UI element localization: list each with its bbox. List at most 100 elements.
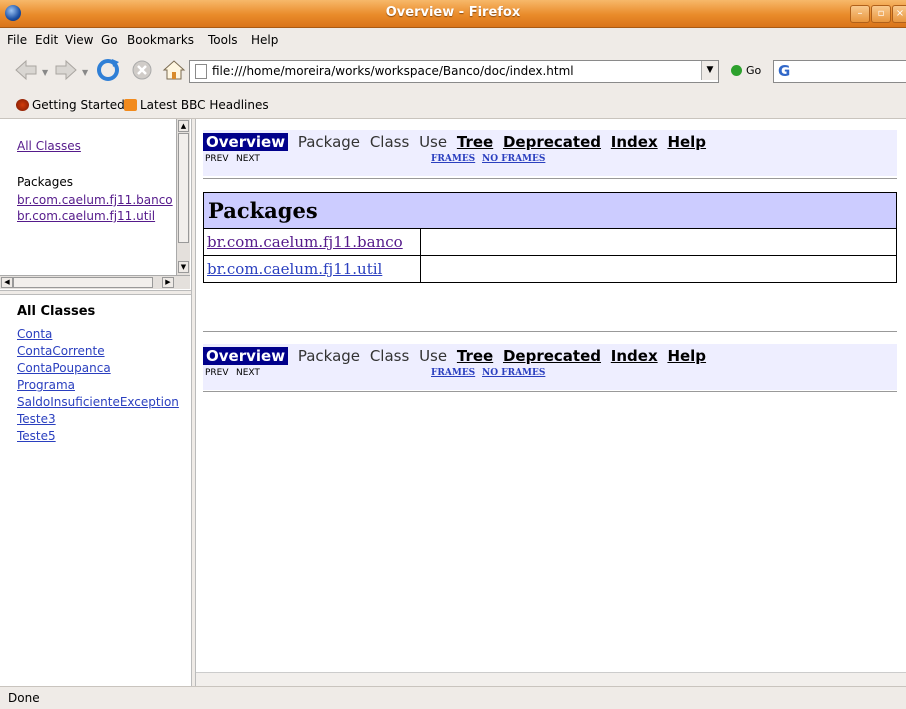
packages-table: Packages br.com.caelum.fj11.banco br.com… (203, 192, 897, 283)
divider (203, 178, 897, 179)
menu-view[interactable]: View (65, 33, 93, 47)
nav-prev: PREV (205, 154, 229, 164)
nav-index-link[interactable]: Index (611, 347, 658, 365)
home-icon[interactable] (160, 56, 188, 84)
nav-tree-link[interactable]: Tree (457, 133, 493, 151)
bookmarks-toolbar: Getting Started Latest BBC Headlines (0, 92, 906, 119)
nav-next: NEXT (236, 368, 260, 378)
nav-package: Package (297, 347, 361, 365)
classes-frame: All Classes Conta ContaCorrente ContaPou… (0, 295, 191, 686)
divider (203, 391, 897, 392)
bookmark-label: Getting Started (32, 98, 125, 112)
nav-next: NEXT (236, 154, 260, 164)
class-list: Conta ContaCorrente ContaPoupanca Progra… (17, 326, 179, 445)
window-titlebar: Overview - Firefox – ▫ × (0, 0, 906, 28)
top-navbar: Overview Package Class Use Tree Deprecat… (203, 130, 897, 176)
class-link-programa[interactable]: Programa (17, 378, 75, 392)
reload-icon[interactable] (94, 56, 122, 84)
scroll-right-icon[interactable]: ▶ (162, 277, 174, 288)
scroll-down-icon[interactable]: ▼ (178, 261, 189, 273)
no-frames-link[interactable]: NO FRAMES (482, 368, 545, 378)
scroll-thumb[interactable] (13, 277, 153, 288)
bookmark-getting-started[interactable]: Getting Started (16, 98, 125, 112)
nav-prev: PREV (205, 368, 229, 378)
menu-file[interactable]: File (7, 33, 27, 47)
packages-heading: Packages (17, 175, 73, 189)
nav-help-link[interactable]: Help (667, 133, 706, 151)
nav-overview: Overview (203, 347, 289, 365)
packages-frame-vertical-scrollbar[interactable]: ▲ ▼ (176, 119, 190, 275)
nav-overview: Overview (203, 133, 289, 151)
stop-icon[interactable] (128, 56, 156, 84)
bookmark-bbc-headlines[interactable]: Latest BBC Headlines (124, 98, 269, 112)
main-frame-horizontal-scrollbar[interactable] (196, 672, 906, 686)
package-link-banco[interactable]: br.com.caelum.fj11.banco (17, 193, 173, 207)
nav-index-link[interactable]: Index (611, 133, 658, 151)
class-link-contapoupanca[interactable]: ContaPoupanca (17, 361, 111, 375)
close-button[interactable]: × (892, 5, 906, 23)
scroll-thumb[interactable] (178, 133, 189, 243)
packages-table-heading: Packages (203, 192, 897, 229)
nav-tree-link[interactable]: Tree (457, 347, 493, 365)
scroll-left-icon[interactable]: ◀ (1, 277, 13, 288)
all-classes-link[interactable]: All Classes (17, 139, 81, 153)
content-area: All Classes Packages br.com.caelum.fj11.… (0, 119, 906, 686)
frames-link[interactable]: FRAMES (431, 368, 475, 378)
nav-use: Use (419, 133, 448, 151)
menu-help[interactable]: Help (251, 33, 278, 47)
page-icon (195, 64, 207, 79)
url-dropdown-icon[interactable]: ▼ (701, 61, 718, 80)
minimize-button[interactable]: – (850, 5, 870, 23)
nav-deprecated-link[interactable]: Deprecated (503, 347, 601, 365)
maximize-button[interactable]: ▫ (871, 5, 891, 23)
all-classes-heading: All Classes (17, 304, 96, 319)
nav-deprecated-link[interactable]: Deprecated (503, 133, 601, 151)
bookmark-label: Latest BBC Headlines (140, 98, 269, 112)
menu-bookmarks[interactable]: Bookmarks (127, 33, 194, 47)
package-link-util[interactable]: br.com.caelum.fj11.util (17, 209, 155, 223)
forward-arrow-icon[interactable] (52, 56, 80, 84)
class-link-conta[interactable]: Conta (17, 327, 52, 341)
forward-dropdown-icon[interactable]: ▼ (82, 68, 88, 77)
table-cell-empty (420, 255, 897, 283)
go-label: Go (746, 64, 762, 77)
rss-icon (124, 99, 137, 111)
search-input[interactable]: G (773, 60, 906, 83)
status-text: Done (8, 691, 40, 705)
class-link-teste5[interactable]: Teste5 (17, 429, 56, 443)
nav-class: Class (369, 133, 410, 151)
menu-edit[interactable]: Edit (35, 33, 58, 47)
url-text[interactable]: file:///home/moreira/works/workspace/Ban… (212, 64, 574, 78)
bottom-navbar: Overview Package Class Use Tree Deprecat… (203, 344, 897, 390)
package-link-banco[interactable]: br.com.caelum.fj11.banco (207, 233, 403, 251)
main-frame: Overview Package Class Use Tree Deprecat… (196, 119, 906, 686)
firefox-icon (16, 99, 29, 111)
status-bar: Done (0, 686, 906, 709)
go-arrow-icon (731, 65, 742, 76)
menu-go[interactable]: Go (101, 33, 118, 47)
scroll-up-icon[interactable]: ▲ (178, 120, 189, 132)
navigation-toolbar: ▼ ▼ file:///home/moreira/works/workspace… (0, 52, 906, 90)
no-frames-link[interactable]: NO FRAMES (482, 154, 545, 164)
nav-use: Use (419, 347, 448, 365)
back-arrow-icon[interactable] (12, 56, 40, 84)
table-row: br.com.caelum.fj11.banco (203, 228, 897, 256)
class-link-teste3[interactable]: Teste3 (17, 412, 56, 426)
back-dropdown-icon[interactable]: ▼ (42, 68, 48, 77)
class-link-saldoinsuficienteexception[interactable]: SaldoInsuficienteException (17, 395, 179, 409)
packages-frame: All Classes Packages br.com.caelum.fj11.… (0, 119, 176, 275)
menu-tools[interactable]: Tools (208, 33, 238, 47)
package-link-util[interactable]: br.com.caelum.fj11.util (207, 260, 382, 278)
nav-help-link[interactable]: Help (667, 347, 706, 365)
window-title: Overview - Firefox (385, 5, 521, 20)
packages-frame-horizontal-scrollbar[interactable]: ◀ ▶ (0, 275, 190, 289)
table-row: br.com.caelum.fj11.util (203, 255, 897, 283)
url-bar[interactable]: file:///home/moreira/works/workspace/Ban… (189, 60, 719, 83)
table-cell-empty (420, 228, 897, 256)
google-search-icon[interactable]: G (778, 62, 790, 80)
frames-link[interactable]: FRAMES (431, 154, 475, 164)
divider (203, 331, 897, 332)
nav-package: Package (297, 133, 361, 151)
nav-class: Class (369, 347, 410, 365)
class-link-contacorrente[interactable]: ContaCorrente (17, 344, 105, 358)
